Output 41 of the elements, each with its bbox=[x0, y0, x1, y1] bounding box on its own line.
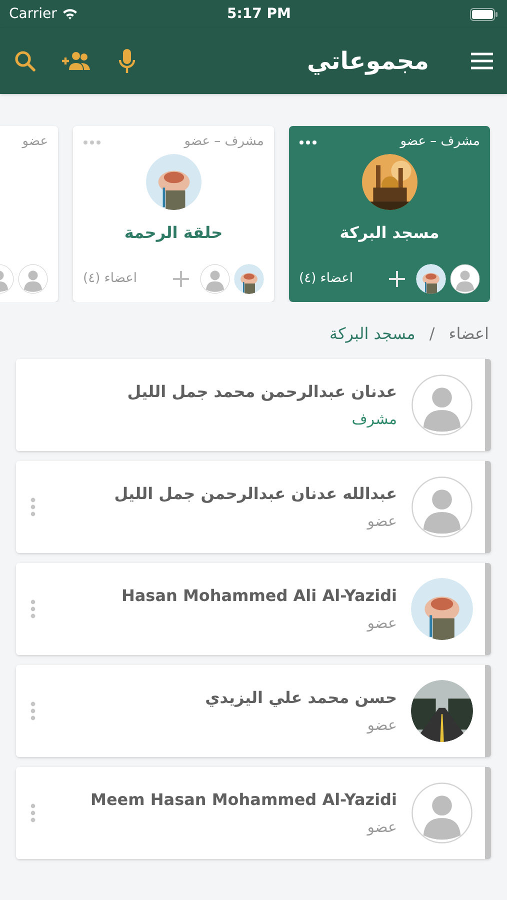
member-role: عضو bbox=[366, 714, 397, 736]
avatar-icon bbox=[411, 476, 473, 538]
menu-icon bbox=[470, 52, 494, 70]
breadcrumb-separator: / bbox=[429, 323, 435, 345]
battery-icon bbox=[470, 8, 498, 20]
add-people-icon bbox=[60, 50, 92, 72]
member-count: اعضاء (٤) bbox=[299, 270, 353, 288]
member-count: اعضاء (٤) bbox=[83, 270, 137, 288]
avatar-icon bbox=[450, 264, 480, 294]
clock-time: 5:17 PM bbox=[227, 4, 291, 24]
member-name: عبدالله عدنان عبدالرحمن جمل الليل bbox=[114, 482, 397, 505]
wifi-icon bbox=[62, 8, 78, 20]
member-name: Hasan Mohammed Ali Al-Yazidi bbox=[121, 584, 397, 607]
member-name: Meem Hasan Mohammed Al-Yazidi bbox=[90, 788, 397, 811]
page-title: مجموعاتي bbox=[307, 46, 429, 77]
carrier-label: Carrier bbox=[9, 4, 57, 24]
search-icon bbox=[13, 49, 37, 73]
member-name: عدنان عبدالرحمن محمد جمل الليل bbox=[127, 380, 397, 403]
microphone-icon bbox=[118, 48, 136, 74]
member-card[interactable]: عدنان عبدالرحمن محمد جمل الليل مشرف bbox=[16, 359, 491, 451]
member-card[interactable]: حسن محمد علي اليزيدي عضو bbox=[16, 665, 491, 757]
search-button[interactable] bbox=[12, 48, 38, 74]
member-role: عضو bbox=[366, 612, 397, 634]
avatar-icon bbox=[411, 782, 473, 844]
member-role: عضو bbox=[366, 816, 397, 838]
member-role: مشرف bbox=[350, 408, 397, 430]
more-icon[interactable] bbox=[299, 140, 317, 144]
member-name: حسن محمد علي اليزيدي bbox=[205, 686, 397, 709]
breadcrumb-group[interactable]: مسجد البركة bbox=[330, 322, 416, 346]
avatar-icon bbox=[411, 374, 473, 436]
role-label: مشرف – عضو bbox=[400, 133, 480, 152]
avatar-icon bbox=[18, 264, 48, 294]
group-title: مسجد البركة bbox=[340, 222, 440, 244]
breadcrumb-section[interactable]: اعضاء bbox=[448, 322, 489, 346]
avatar-icon bbox=[200, 264, 230, 294]
member-role: عضو bbox=[366, 510, 397, 532]
role-label: مشرف – عضو bbox=[184, 133, 264, 152]
role-label: عضو bbox=[22, 133, 48, 152]
group-title: حلقة الرحمة bbox=[124, 222, 223, 244]
member-card[interactable]: عبدالله عدنان عبدالرحمن جمل الليل عضو bbox=[16, 461, 491, 553]
group-card[interactable]: مشرف – عضو مسجد البركة اعضاء (٤) bbox=[289, 126, 490, 302]
